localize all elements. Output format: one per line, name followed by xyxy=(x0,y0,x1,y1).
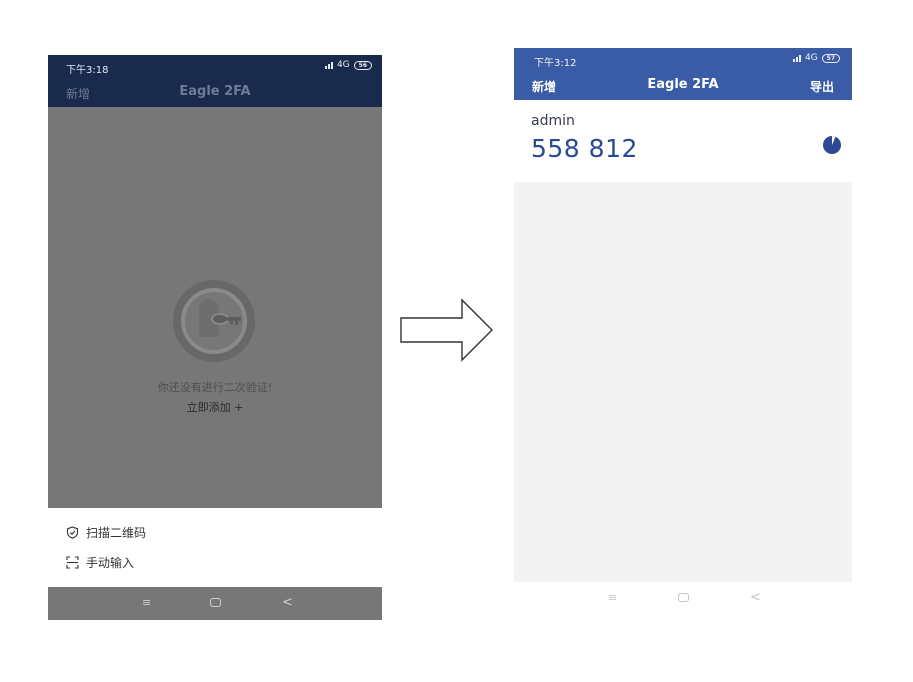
status-bar: 下午3:12 4G 57 xyxy=(514,48,852,70)
signal-icon xyxy=(792,55,801,62)
left-phone-screen: 下午3:18 4G 56 新增 Eagle 2FA 你还没有进行二次验证! 立即… xyxy=(48,55,382,620)
scan-qr-label: 扫描二维码 xyxy=(86,526,147,540)
battery-icon: 57 xyxy=(821,53,840,63)
add-now-link[interactable]: 立即添加 + xyxy=(48,399,382,415)
back-nav-icon[interactable]: < xyxy=(750,590,761,605)
app-title: Eagle 2FA xyxy=(179,84,251,99)
home-nav-icon[interactable] xyxy=(678,593,689,602)
system-nav-bar: ≡ < xyxy=(514,582,852,613)
app-title: Eagle 2FA xyxy=(647,77,719,92)
shield-check-icon xyxy=(66,526,79,539)
status-time: 下午3:18 xyxy=(66,65,109,76)
home-nav-icon[interactable] xyxy=(210,598,221,607)
network-type: 4G xyxy=(336,60,350,70)
scan-frame-icon xyxy=(66,556,79,569)
status-bar: 下午3:18 4G 56 xyxy=(48,55,382,77)
otp-code[interactable]: 558 812 xyxy=(531,134,638,163)
right-arrow-icon xyxy=(400,298,493,362)
app-header: 新增 Eagle 2FA xyxy=(48,77,382,107)
back-nav-icon[interactable]: < xyxy=(282,595,293,610)
status-time: 下午3:12 xyxy=(534,58,577,69)
app-header: 新增 Eagle 2FA 导出 xyxy=(514,70,852,100)
empty-list-area xyxy=(514,182,852,582)
signal-indicator: 4G 56 xyxy=(324,60,372,70)
manual-input-option[interactable]: 手动输入 xyxy=(66,554,134,571)
add-method-sheet: 扫描二维码 手动输入 xyxy=(48,508,382,587)
dimmed-content-overlay[interactable]: 你还没有进行二次验证! 立即添加 + xyxy=(48,107,382,508)
right-phone-screen: 下午3:12 4G 57 新增 Eagle 2FA 导出 admin 558 8… xyxy=(514,48,852,613)
scan-qr-option[interactable]: 扫描二维码 xyxy=(66,524,146,541)
account-name: admin xyxy=(531,113,575,129)
signal-indicator: 4G 57 xyxy=(792,53,840,63)
manual-input-label: 手动输入 xyxy=(86,556,135,570)
empty-state-message: 你还没有进行二次验证! xyxy=(157,381,273,394)
key-lock-icon xyxy=(173,280,255,362)
account-list-item[interactable]: admin 558 812 xyxy=(514,100,852,182)
signal-icon xyxy=(324,62,333,69)
system-nav-bar: ≡ < xyxy=(48,587,382,620)
battery-icon: 56 xyxy=(353,60,372,70)
export-button[interactable]: 导出 xyxy=(810,78,834,95)
menu-nav-icon[interactable]: ≡ xyxy=(142,596,151,609)
network-type: 4G xyxy=(804,53,818,63)
menu-nav-icon[interactable]: ≡ xyxy=(608,591,617,604)
countdown-pie-icon xyxy=(823,135,841,154)
